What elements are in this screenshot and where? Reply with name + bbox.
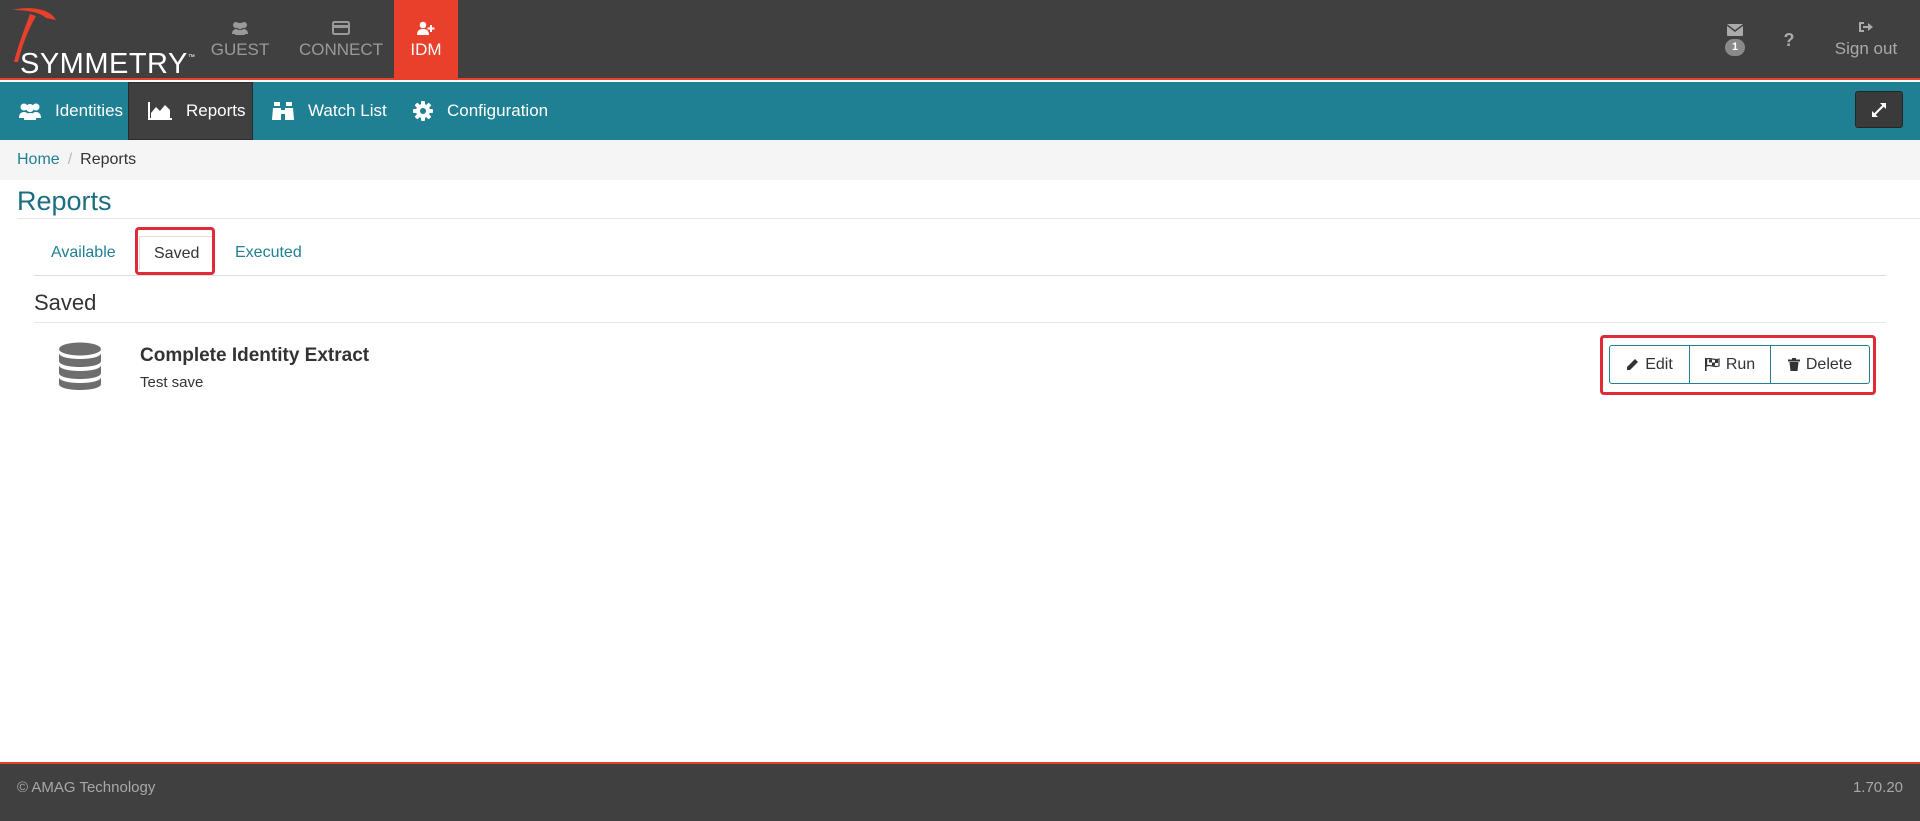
edit-button[interactable]: Edit [1609,345,1690,384]
tab-highlight-box [135,227,215,275]
breadcrumb: Home / Reports [0,140,1920,180]
fullscreen-button[interactable] [1855,91,1903,128]
sign-out-icon [1859,22,1873,32]
pencil-icon [1627,359,1639,370]
sign-out-label: Sign out [1834,39,1898,58]
page-title: Reports [17,186,112,216]
tab-executed[interactable]: Executed [235,236,302,270]
module-bar: Identities Reports Watch List Configurat… [0,82,1920,140]
tab-available[interactable]: Available [51,236,116,270]
gear-icon [413,101,433,121]
flag-checkered-icon [1704,358,1720,371]
messages-count-badge: 1 [1725,39,1745,56]
edit-button-label: Edit [1645,355,1673,373]
users-icon [232,21,248,35]
logo-text: SYMMETRY [20,48,188,80]
breadcrumb-home-link[interactable]: Home [17,151,60,169]
breadcrumb-separator: / [67,151,73,168]
run-button-label: Run [1725,355,1756,373]
database-icon [59,342,101,390]
module-watch-list-label: Watch List [308,101,387,120]
divider [17,218,1920,219]
top-bar: SYMMETRY™ GUEST CONNECT IDM 1 ? Sign out [0,0,1920,80]
report-name: Complete Identity Extract [140,345,370,366]
module-configuration[interactable]: Configuration [413,82,548,140]
messages-button[interactable]: 1 [1704,0,1766,80]
app-nav-connect[interactable]: CONNECT [288,0,394,80]
binoculars-icon [272,102,294,120]
report-description: Test save [140,374,204,391]
footer-version: 1.70.20 [1852,779,1903,796]
app-nav-connect-label: CONNECT [298,39,384,59]
sign-out-button[interactable]: Sign out [1812,0,1920,80]
app-nav-guest-label: GUEST [210,39,270,59]
section-divider [34,322,1886,323]
app-nav-guest[interactable]: GUEST [192,0,288,80]
run-button[interactable]: Run [1690,345,1771,384]
footer: © AMAG Technology 1.70.20 [0,762,1920,821]
symmetry-logo[interactable]: SYMMETRY™ [6,6,195,80]
module-reports[interactable]: Reports [128,82,253,140]
module-reports-label: Reports [186,101,246,120]
module-configuration-label: Configuration [447,101,549,120]
breadcrumb-current: Reports [80,151,137,168]
app-nav-idm-label: IDM [410,39,442,59]
right-tools: 1 ? Sign out [1704,0,1920,80]
tabs-divider [34,275,1886,276]
delete-button-label: Delete [1805,355,1853,373]
area-chart-icon [148,102,172,120]
module-identities[interactable]: Identities [0,82,128,140]
delete-button[interactable]: Delete [1771,345,1870,384]
footer-copyright: © AMAG Technology [17,779,156,796]
report-actions: Edit Run Delete [1609,345,1870,384]
question-icon: ? [1783,29,1795,50]
user-plus-icon [417,21,435,35]
trash-icon [1787,358,1800,371]
section-title: Saved [34,290,97,315]
envelope-icon [1727,24,1743,36]
app-nav: GUEST CONNECT IDM [192,0,458,80]
module-watch-list[interactable]: Watch List [272,82,387,140]
module-identities-label: Identities [55,101,124,120]
card-icon [332,20,350,35]
expand-icon [1872,102,1886,117]
users-icon [19,103,41,120]
help-button[interactable]: ? [1766,0,1812,80]
app-nav-idm[interactable]: IDM [394,0,458,80]
